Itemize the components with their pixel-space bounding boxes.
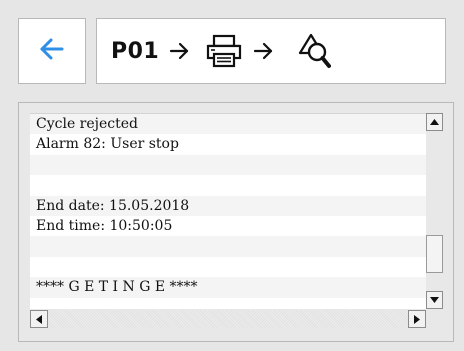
- log-line: **** G E T I N G E ****: [30, 277, 426, 298]
- arrow-left-icon: [38, 37, 66, 65]
- vertical-scrollbar[interactable]: [426, 113, 444, 309]
- toolbar: P01: [0, 0, 464, 100]
- log-line: End time: 10:50:05: [30, 215, 426, 237]
- log-line: [30, 297, 426, 309]
- navigation-path: P01: [96, 18, 446, 84]
- printer-icon[interactable]: [205, 34, 243, 68]
- scroll-left-button[interactable]: [30, 310, 48, 328]
- log-line: End date: 15.05.2018: [30, 195, 426, 216]
- caret-left-icon: [36, 314, 42, 324]
- caret-up-icon: [430, 119, 439, 125]
- log-line: Alarm 82: User stop: [30, 134, 426, 155]
- search-alarm-icon[interactable]: [297, 32, 333, 70]
- scrollbar-corner: [426, 310, 444, 328]
- log-line: [30, 256, 426, 278]
- horizontal-scrollbar[interactable]: [30, 310, 426, 328]
- cycle-log-text[interactable]: Cycle rejected Alarm 82: User stop End d…: [30, 113, 426, 309]
- log-line: [30, 236, 426, 257]
- caret-right-icon: [414, 314, 420, 324]
- caret-down-icon: [430, 297, 439, 303]
- scroll-right-button[interactable]: [408, 310, 426, 328]
- log-line: Cycle rejected: [30, 114, 426, 135]
- arrow-right-icon: [253, 42, 275, 60]
- scroll-up-button[interactable]: [426, 113, 443, 131]
- log-line: [30, 154, 426, 176]
- arrow-right-icon: [169, 42, 191, 60]
- log-line: [30, 175, 426, 196]
- vertical-scroll-thumb[interactable]: [426, 234, 443, 273]
- scroll-down-button[interactable]: [426, 291, 443, 309]
- back-button[interactable]: [18, 18, 86, 84]
- program-label: P01: [111, 38, 160, 64]
